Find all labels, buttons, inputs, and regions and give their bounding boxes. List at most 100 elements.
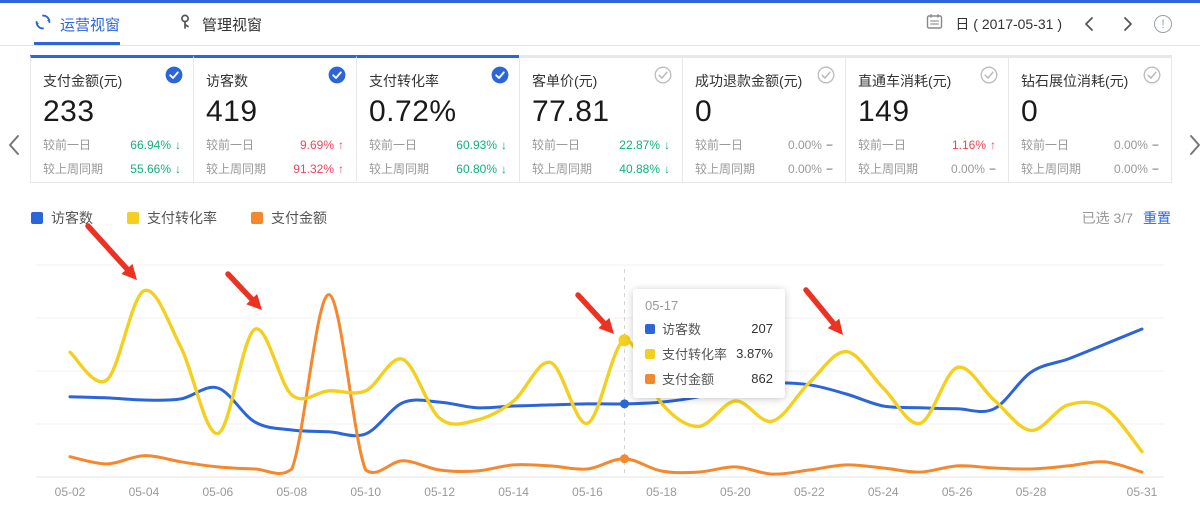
trend-down-icon: ↓ — [664, 138, 670, 152]
tooltip-series-value: 862 — [751, 371, 773, 386]
card-check-icon[interactable] — [328, 66, 346, 84]
legend-label-conversion: 支付转化率 — [147, 208, 217, 228]
tooltip-series-swatch — [645, 324, 655, 334]
card-check-icon[interactable] — [654, 66, 672, 84]
card-compare-row: 较上周同期 40.88% ↓ — [532, 160, 670, 177]
trend-flat-icon: − — [826, 138, 833, 152]
card-value: 149 — [858, 95, 996, 129]
card-check-icon[interactable] — [980, 66, 998, 84]
compare-label: 较上周同期 — [858, 160, 918, 177]
card-value: 419 — [206, 95, 344, 129]
trend-down-icon: ↓ — [175, 162, 181, 176]
card-compare-row: 较前一日1.16%↑ — [858, 136, 996, 153]
metric-card-4[interactable]: 成功退款金额(元)0较前一日0.00%−较上周同期0.00%− — [682, 55, 846, 183]
card-check-icon[interactable] — [1143, 66, 1161, 84]
compare-value: 22.87% — [619, 138, 660, 152]
operation-view-icon — [34, 13, 52, 35]
legend-right: 已选 3/7 重置 — [1082, 208, 1171, 228]
metric-card-6[interactable]: 钻石展位消耗(元)0较前一日0.00%−较上周同期0.00%− — [1008, 55, 1172, 183]
trend-flat-icon: − — [1152, 162, 1159, 176]
highlight-dot-1 — [618, 334, 630, 346]
card-compare-row: 较前一日60.93%↓ — [369, 136, 507, 153]
highlight-dot-2 — [620, 454, 629, 463]
card-compare-row: 较上周同期91.32%↑ — [206, 160, 344, 177]
legend-swatch-visitors — [31, 212, 43, 224]
tab-manage-label: 管理视窗 — [202, 14, 262, 35]
compare-value: 55.66% — [130, 162, 171, 176]
compare-label: 较前一日 — [1021, 136, 1069, 153]
chart-tooltip: 05-17 访客数207支付转化率3.87%支付金额862 — [633, 289, 785, 398]
compare-value: 0.00% — [951, 162, 985, 176]
x-tick-label: 05-28 — [1016, 485, 1047, 499]
trend-down-icon: ↓ — [664, 162, 670, 176]
tooltip-series-value: 207 — [751, 321, 773, 336]
card-compare-row: 较前一日0.00%− — [1021, 136, 1159, 153]
info-icon[interactable]: ! — [1154, 15, 1172, 33]
card-check-icon[interactable] — [165, 66, 183, 84]
date-prev-button[interactable] — [1074, 10, 1102, 38]
header-right: 日 ( 2017-05-31 ) ! — [926, 10, 1200, 38]
date-next-button[interactable] — [1114, 10, 1142, 38]
x-tick-label: 05-02 — [55, 485, 86, 499]
date-picker[interactable]: 日 ( 2017-05-31 ) — [955, 14, 1062, 34]
compare-value: 9.69% — [300, 138, 334, 152]
card-compare-row: 较前一日9.69%↑ — [206, 136, 344, 153]
trend-down-icon: ↓ — [175, 138, 181, 152]
header: 运营视窗 管理视窗 — [0, 3, 1200, 46]
legend-item-payment[interactable]: 支付金额 — [251, 208, 327, 228]
compare-value: 66.94% — [130, 138, 171, 152]
legend-item-conversion[interactable]: 支付转化率 — [127, 208, 217, 228]
x-tick-label: 05-31 — [1127, 485, 1158, 499]
annotation-arrow — [578, 295, 604, 323]
compare-label: 较上周同期 — [695, 160, 755, 177]
compare-value: 40.88% — [619, 162, 660, 176]
card-title: 客单价(元) — [532, 71, 670, 91]
card-check-icon[interactable] — [817, 66, 835, 84]
compare-value: 0.00% — [788, 162, 822, 176]
compare-label: 较前一日 — [858, 136, 906, 153]
tooltip-date: 05-17 — [645, 298, 773, 313]
active-tab-underline — [34, 42, 120, 45]
metric-card-3[interactable]: 客单价(元)77.81较前一日22.87%↓较上周同期40.88%↓ — [519, 55, 683, 183]
card-compare-row: 较上周同期55.66%↓ — [43, 160, 181, 177]
calendar-icon — [926, 13, 943, 35]
metric-card-0[interactable]: 支付金额(元)233较前一日66.94%↓较上周同期55.66%↓ — [30, 55, 194, 183]
card-title: 支付金额(元) — [43, 71, 181, 91]
trend-up-icon: ↑ — [990, 138, 996, 152]
compare-label: 较前一日 — [695, 136, 743, 153]
trend-up-icon: ↑ — [338, 138, 344, 152]
compare-value: 91.32% — [293, 162, 334, 176]
tab-operation-label: 运营视窗 — [60, 14, 120, 35]
compare-label: 较上周同期 — [532, 160, 592, 177]
tab-operation-view[interactable]: 运营视窗 — [34, 3, 120, 45]
cards-prev-button[interactable] — [2, 128, 24, 162]
card-value: 0 — [695, 95, 833, 129]
x-tick-label: 05-26 — [942, 485, 973, 499]
dashboard: 运营视窗 管理视窗 — [0, 0, 1200, 523]
card-value: 0 — [1021, 95, 1159, 129]
legend-item-visitors[interactable]: 访客数 — [31, 208, 93, 228]
reset-button[interactable]: 重置 — [1143, 208, 1171, 228]
tab-manage-view[interactable]: 管理视窗 — [176, 3, 262, 45]
card-check-icon[interactable] — [491, 66, 509, 84]
x-tick-label: 05-06 — [203, 485, 234, 499]
card-value: 77.81 — [532, 95, 670, 129]
card-compare-row: 较前一日22.87%↓ — [532, 136, 670, 153]
view-tabs: 运营视窗 管理视窗 — [0, 3, 318, 45]
metric-card-1[interactable]: 访客数419较前一日9.69%↑较上周同期91.32%↑ — [193, 55, 357, 183]
x-tick-label: 05-20 — [720, 485, 751, 499]
highlight-dot-0 — [620, 399, 629, 408]
x-tick-label: 05-24 — [868, 485, 899, 499]
card-value: 0.72% — [369, 95, 507, 129]
trend-chart[interactable]: 05-0205-0405-0605-0805-1005-1205-1405-16… — [0, 210, 1200, 523]
x-tick-label: 05-08 — [276, 485, 307, 499]
tooltip-series-name: 支付金额 — [662, 369, 714, 388]
x-tick-label: 05-10 — [350, 485, 381, 499]
card-title: 访客数 — [206, 71, 344, 91]
compare-value: 60.80% — [456, 162, 497, 176]
metric-card-5[interactable]: 直通车消耗(元)149较前一日1.16%↑较上周同期0.00%− — [845, 55, 1009, 183]
legend-swatch-conversion — [127, 212, 139, 224]
metric-card-2[interactable]: 支付转化率0.72%较前一日60.93%↓较上周同期60.80%↓ — [356, 55, 520, 183]
cards-next-button[interactable] — [1184, 128, 1200, 162]
trend-down-icon: ↓ — [501, 162, 507, 176]
